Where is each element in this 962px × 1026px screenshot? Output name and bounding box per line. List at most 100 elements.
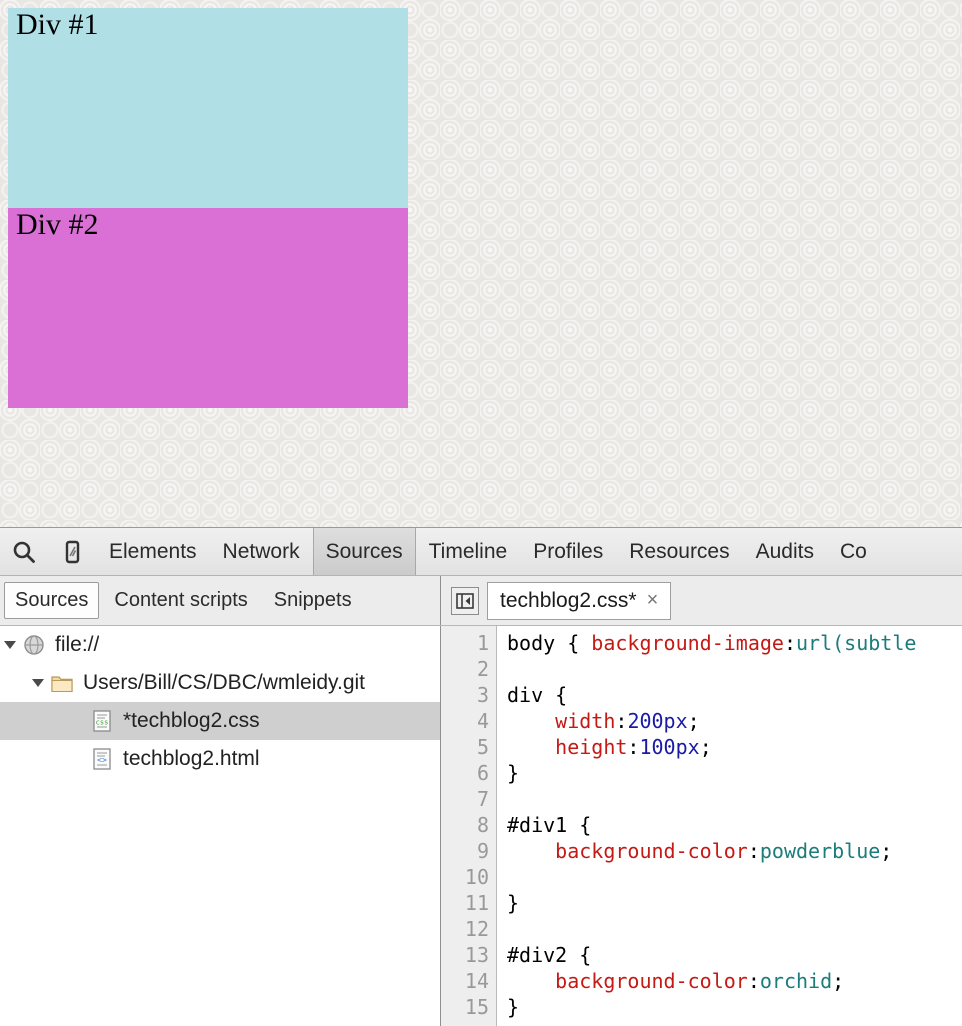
code-token: 100px [639, 735, 700, 759]
sources-subtab-list: Sources Content scripts Snippets [0, 576, 441, 625]
code-token: : [747, 839, 760, 863]
line-number: 3 [476, 683, 489, 707]
close-icon[interactable]: × [647, 589, 659, 612]
tab-profiles[interactable]: Profiles [520, 528, 616, 575]
code-line: } [507, 760, 962, 786]
tab-network[interactable]: Network [210, 528, 313, 575]
html-file-icon: <> [93, 748, 111, 770]
chevron-down-icon[interactable] [4, 641, 16, 649]
file-tree-item-label: techblog2.html [123, 747, 260, 770]
file-tree-item[interactable]: css *techblog2.css [0, 702, 440, 740]
file-navigator-tree: file:// Users/Bill/CS/DBC/wmleidy.git css *… [0, 626, 441, 1026]
line-number: 11 [464, 891, 489, 915]
code-token: 200px [627, 709, 688, 733]
line-number: 7 [476, 787, 489, 811]
browser-window: Div #1 Div #2 Elements Network Sources Ti [0, 0, 962, 1026]
file-tree-item[interactable]: <> techblog2.html [0, 740, 440, 778]
devtools-tab-list: Elements Network Sources Timeline Profiles Re… [96, 528, 880, 575]
line-number: 15 [464, 995, 489, 1019]
code-token: } [507, 891, 520, 915]
editor-file-tab[interactable]: techblog2.css* × [487, 581, 672, 620]
file-tree-item-label: *techblog2.css [123, 709, 260, 732]
code-line: } [507, 890, 962, 916]
chevron-down-icon[interactable] [32, 679, 44, 687]
devtools-panel: Elements Network Sources Timeline Profiles Re… [0, 527, 962, 1026]
code-line: body { background-image:url(subtle [507, 630, 962, 656]
file-tree-item[interactable]: file:// [0, 626, 440, 664]
editor-code-area[interactable]: body { background-image:url(subtle div {… [497, 626, 962, 1026]
code-token: ; [699, 735, 712, 759]
code-token: #div1 { [507, 813, 592, 837]
line-number: 1 [476, 631, 489, 655]
subtab-content-scripts[interactable]: Content scripts [103, 582, 258, 619]
search-icon[interactable] [0, 528, 48, 575]
tab-resources[interactable]: Resources [616, 528, 742, 575]
page-div-2-label: Div #2 [16, 208, 99, 241]
code-token: background-color [555, 839, 748, 863]
code-token: url(subtle [796, 631, 917, 655]
folder-icon [51, 676, 73, 693]
line-number: 8 [476, 813, 489, 837]
code-token: #div2 { [507, 943, 592, 967]
line-number: 14 [464, 969, 489, 993]
code-line: width:200px; [507, 708, 962, 734]
line-number: 12 [464, 917, 489, 941]
code-token: ; [880, 839, 893, 863]
svg-text:css: css [96, 719, 109, 727]
page-div-2: Div #2 [8, 208, 408, 408]
page-viewport: Div #1 Div #2 [0, 0, 962, 527]
code-editor[interactable]: 1 2 3 4 5 6 7 8 9 10 11 12 13 14 15 body { background-… [441, 626, 962, 1026]
line-number: 4 [476, 709, 489, 733]
code-line: background-color:powderblue; [507, 838, 962, 864]
line-number: 5 [476, 735, 489, 759]
tab-sources[interactable]: Sources [312, 528, 416, 575]
subtab-sources[interactable]: Sources [4, 582, 100, 619]
tab-timeline[interactable]: Timeline [416, 528, 521, 575]
code-token: : [627, 735, 640, 759]
code-token: background-image [591, 631, 784, 655]
editor-file-tab-label: techblog2.css* [500, 588, 637, 612]
devtools-toolbar: Elements Network Sources Timeline Profiles Re… [0, 528, 962, 576]
code-line: #div1 { [507, 812, 962, 838]
css-file-icon: css [93, 710, 111, 732]
svg-text:<>: <> [97, 756, 107, 765]
code-token: div { [507, 683, 568, 707]
code-token: orchid [759, 969, 833, 993]
page-div-1: Div #1 [8, 8, 408, 208]
line-number: 6 [476, 761, 489, 785]
code-token: powderblue [759, 839, 881, 863]
line-number: 10 [464, 865, 489, 889]
code-line: #div2 { [507, 942, 962, 968]
code-line: background-color:orchid; [507, 968, 962, 994]
line-number: 13 [464, 943, 489, 967]
code-token: : [615, 709, 628, 733]
tab-elements[interactable]: Elements [96, 528, 210, 575]
subtab-snippets[interactable]: Snippets [263, 582, 363, 619]
line-number: 2 [476, 657, 489, 681]
file-tree-item[interactable]: Users/Bill/CS/DBC/wmleidy.git [0, 664, 440, 702]
code-token: ; [832, 969, 845, 993]
file-tree-item-label: file:// [55, 633, 100, 656]
code-token: ; [687, 709, 700, 733]
collapse-sidebar-icon[interactable] [451, 586, 479, 615]
device-toggle-icon[interactable] [48, 528, 96, 575]
file-tree-item-label: Users/Bill/CS/DBC/wmleidy.git [83, 671, 365, 694]
code-line: } [507, 994, 962, 1020]
tab-co[interactable]: Co [827, 528, 880, 575]
editor-line-number-gutter: 1 2 3 4 5 6 7 8 9 10 11 12 13 14 15 [441, 626, 497, 1026]
globe-icon [24, 635, 44, 655]
code-line: div { [507, 682, 962, 708]
editor-tab-bar: techblog2.css* × [441, 576, 962, 625]
code-token: } [507, 995, 520, 1019]
code-line: height:100px; [507, 734, 962, 760]
code-token: body { [507, 631, 592, 655]
tab-audits[interactable]: Audits [743, 528, 827, 575]
